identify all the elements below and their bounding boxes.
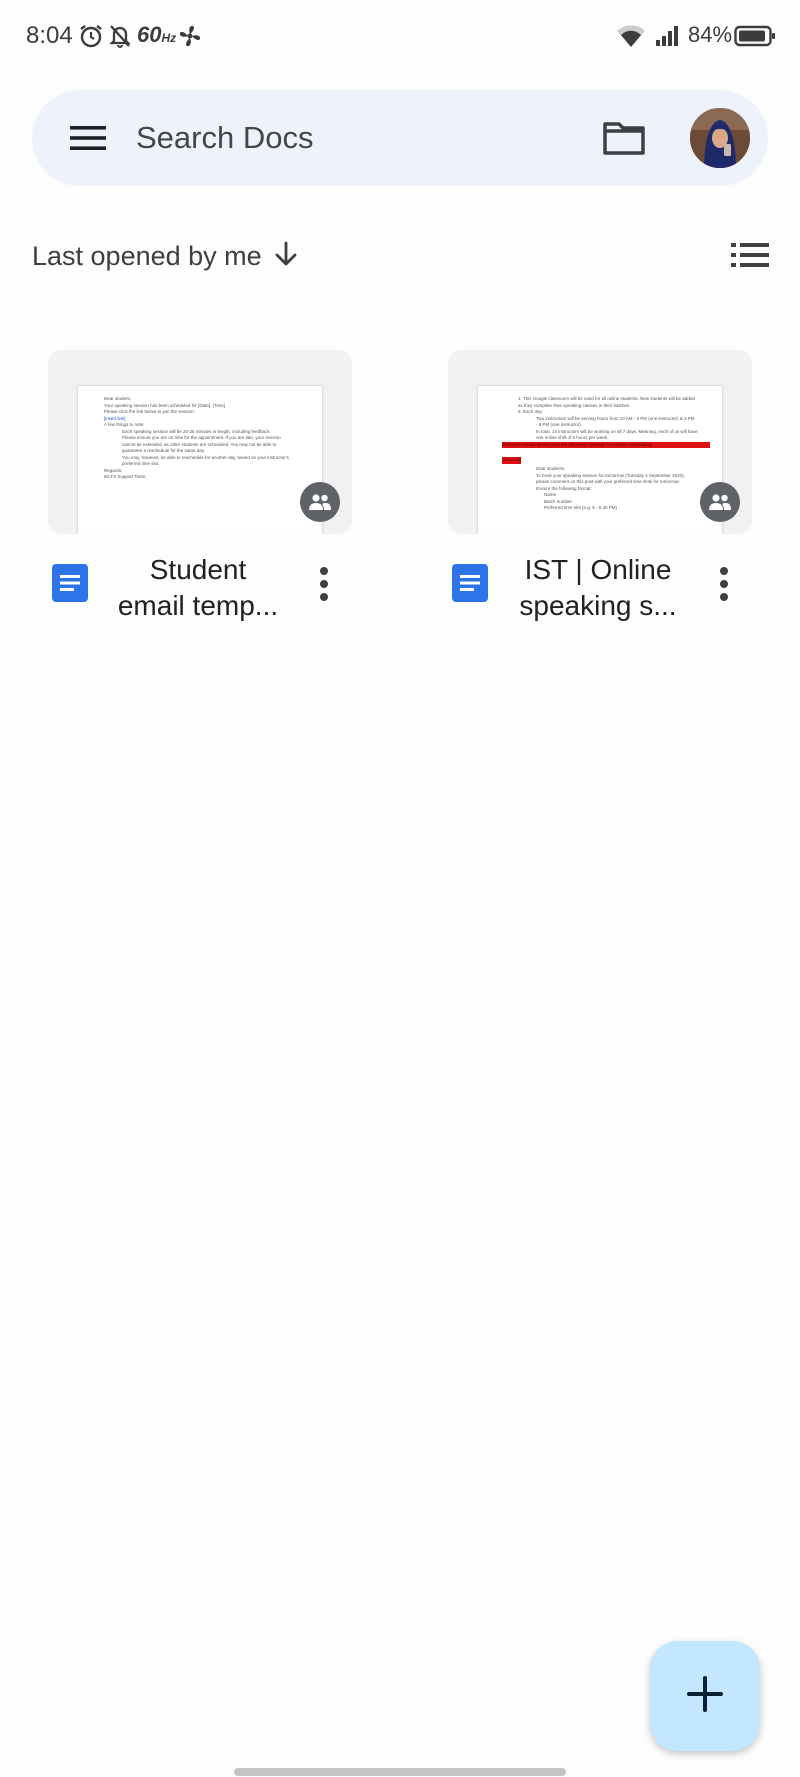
search-bar[interactable]: Search Docs xyxy=(32,90,768,186)
doc-card[interactable]: Dear student, Your speaking session has … xyxy=(48,350,352,634)
list-view-icon[interactable] xyxy=(730,240,770,270)
avatar[interactable] xyxy=(690,108,750,168)
bell-off-icon xyxy=(108,22,132,50)
refresh-rate: 60Hz xyxy=(137,22,177,47)
shared-icon xyxy=(300,482,340,522)
doc-thumbnail[interactable]: 1. This Google classroom will be used fo… xyxy=(448,350,752,534)
doc-title[interactable]: IST | Online speaking s... xyxy=(508,552,688,624)
alarm-icon xyxy=(78,22,104,50)
doc-preview: 1. This Google classroom will be used fo… xyxy=(478,386,722,534)
new-document-button[interactable] xyxy=(650,1641,760,1751)
doc-preview: Dear student, Your speaking session has … xyxy=(78,386,322,534)
menu-icon[interactable] xyxy=(68,118,108,158)
shared-icon xyxy=(700,482,740,522)
plus-icon xyxy=(685,1674,725,1719)
docs-file-icon xyxy=(52,564,88,602)
more-options-icon[interactable] xyxy=(716,564,732,604)
docs-file-icon xyxy=(452,564,488,602)
arrow-down-icon xyxy=(274,240,298,273)
status-bar: 8:04 60Hz 84% xyxy=(0,0,800,74)
gesture-bar[interactable] xyxy=(234,1768,566,1776)
doc-thumbnail[interactable]: Dear student, Your speaking session has … xyxy=(48,350,352,534)
wifi-icon xyxy=(616,22,646,50)
status-time: 8:04 xyxy=(26,22,73,49)
doc-title[interactable]: Student email temp... xyxy=(108,552,288,624)
sort-selector[interactable]: Last opened by me xyxy=(32,236,298,276)
folder-icon[interactable] xyxy=(600,114,648,162)
battery-percent: 84% xyxy=(688,22,733,47)
doc-card[interactable]: 1. This Google classroom will be used fo… xyxy=(448,350,752,634)
signal-icon xyxy=(654,22,680,50)
more-options-icon[interactable] xyxy=(316,564,332,604)
search-input[interactable]: Search Docs xyxy=(136,120,313,156)
fan-icon xyxy=(178,22,202,50)
sort-label: Last opened by me xyxy=(32,240,262,271)
battery-icon xyxy=(734,22,776,50)
